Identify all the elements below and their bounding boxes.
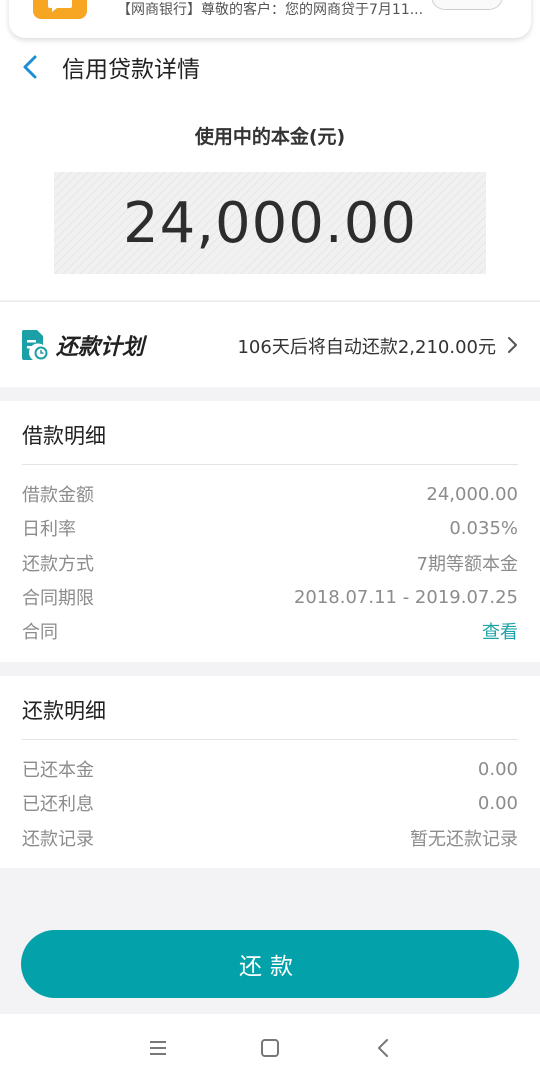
menu-icon[interactable] — [146, 1036, 170, 1060]
detail-label: 已还本金 — [22, 760, 94, 781]
repay-button[interactable]: 还款 — [21, 930, 519, 998]
detail-value: 7期等额本金 — [416, 554, 518, 575]
detail-label: 还款方式 — [22, 554, 94, 575]
home-icon[interactable] — [258, 1036, 282, 1060]
detail-row-repay-record: 还款记录 暂无还款记录 — [22, 823, 518, 853]
calendar-doc-icon — [21, 329, 49, 361]
detail-value: 暂无还款记录 — [410, 829, 518, 850]
detail-label: 合同期限 — [22, 588, 94, 609]
loan-details-title: 借款明细 — [22, 424, 106, 448]
detail-row-contract-term: 合同期限 2018.07.11 - 2019.07.25 — [22, 582, 518, 612]
divider — [22, 464, 518, 465]
detail-value: 0.00 — [477, 792, 518, 814]
divider — [22, 739, 518, 740]
repay-details-section: 还款明细 已还本金 0.00 已还利息 0.00 还款记录 暂无还款记录 — [0, 676, 540, 868]
chevron-right-icon — [506, 336, 518, 354]
repay-details-title: 还款明细 — [22, 699, 106, 723]
detail-row-repaid-principal: 已还本金 0.00 — [22, 754, 518, 784]
chevron-left-icon — [23, 55, 37, 79]
detail-row-repaid-interest: 已还利息 0.00 — [22, 788, 518, 818]
detail-row-loan-amount: 借款金额 24,000.00 — [22, 479, 518, 509]
back-button[interactable] — [16, 52, 46, 82]
principal-section: 使用中的本金(元) 24,000.00 — [0, 102, 540, 300]
repayment-plan-label: 还款计划 — [56, 335, 145, 360]
system-nav-bar — [0, 1014, 540, 1080]
detail-row-repay-method: 还款方式 7期等额本金 — [22, 548, 518, 578]
detail-value: 0.035% — [449, 517, 518, 539]
detail-label: 借款金额 — [22, 485, 94, 506]
repayment-plan-info: 106天后将自动还款2,210.00元 — [237, 337, 496, 358]
detail-row-contract: 合同 查看 — [22, 616, 518, 646]
notification-banner[interactable]: 【网商银行】尊敬的客户：您的网商贷于7月11... — [9, 0, 531, 38]
view-contract-link[interactable]: 查看 — [482, 618, 518, 644]
detail-value: 24,000.00 — [426, 483, 518, 505]
detail-label: 合同 — [22, 622, 58, 643]
back-icon[interactable] — [372, 1036, 396, 1060]
notification-action-button[interactable] — [431, 0, 503, 10]
detail-row-daily-rate: 日利率 0.035% — [22, 513, 518, 543]
detail-label: 日利率 — [22, 519, 76, 540]
detail-value: 2018.07.11 - 2019.07.25 — [293, 586, 518, 608]
page-title: 信用贷款详情 — [62, 57, 200, 83]
loan-details-section: 借款明细 借款金额 24,000.00 日利率 0.035% 还款方式 7期等额… — [0, 401, 540, 662]
page: 信用贷款详情 【网商银行】尊敬的客户：您的网商贷于7月11... 使用中的本金(… — [0, 0, 540, 1080]
detail-value: 0.00 — [477, 758, 518, 780]
detail-label: 已还利息 — [22, 794, 94, 815]
notification-text: 【网商银行】尊敬的客户：您的网商贷于7月11... — [117, 2, 424, 18]
principal-amount: 24,000.00 — [122, 190, 417, 256]
detail-label: 还款记录 — [22, 829, 94, 850]
repayment-plan-row[interactable]: 还款计划 106天后将自动还款2,210.00元 — [0, 301, 540, 387]
message-icon — [33, 0, 87, 19]
principal-label: 使用中的本金(元) — [194, 126, 346, 148]
principal-box: 24,000.00 — [54, 172, 486, 274]
